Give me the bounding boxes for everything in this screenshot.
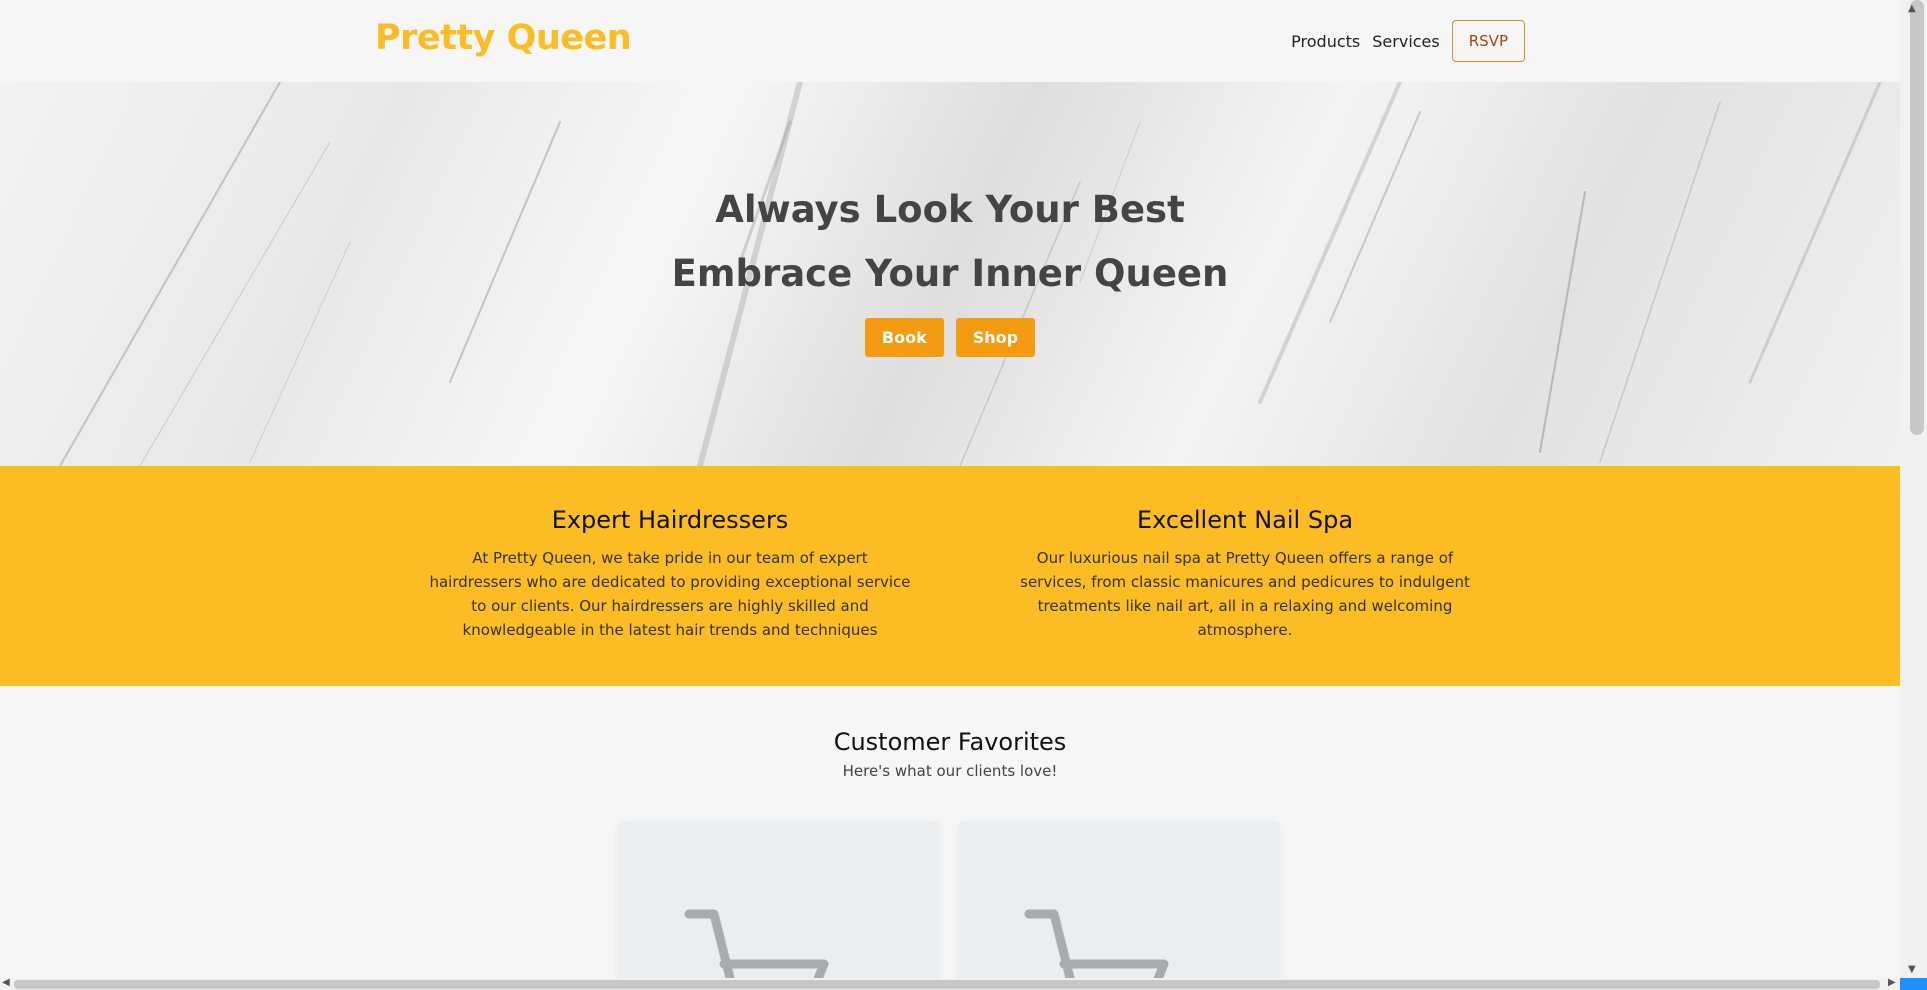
horizontal-scroll-thumb[interactable] xyxy=(14,980,1880,989)
favorites-title: Customer Favorites xyxy=(833,728,1067,756)
vertical-scroll-thumb[interactable] xyxy=(1910,0,1924,435)
product-card[interactable] xyxy=(619,822,939,990)
scrollbar-corner xyxy=(1900,978,1927,990)
scroll-up-arrow-icon[interactable]: ▲ xyxy=(1908,3,1916,14)
main-nav: Products Services RSVP xyxy=(1291,20,1525,62)
hero-headline-2: Embrace Your Inner Queen xyxy=(671,252,1229,295)
product-card[interactable] xyxy=(959,822,1279,990)
rsvp-button[interactable]: RSVP xyxy=(1451,20,1525,62)
hero-section: Always Look Your Best Embrace Your Inner… xyxy=(0,82,1900,466)
shopping-cart-icon xyxy=(1024,909,1169,990)
nav-products-link[interactable]: Products xyxy=(1291,32,1360,51)
site-logo[interactable]: Pretty Queen xyxy=(375,18,632,58)
feature-text: At Pretty Queen, we take pride in our te… xyxy=(429,549,911,639)
feature-text: Our luxurious nail spa at Pretty Queen o… xyxy=(1020,549,1470,639)
feature-title: Expert Hairdressers xyxy=(551,506,789,534)
scroll-left-arrow-icon[interactable]: ◀ xyxy=(2,977,10,988)
features-section: Expert Hairdressers At Pretty Queen, we … xyxy=(0,466,1900,686)
hero-actions: Book Shop xyxy=(0,318,1900,357)
site-header: Pretty Queen Products Services RSVP xyxy=(0,0,1900,82)
shop-button[interactable]: Shop xyxy=(955,318,1036,357)
feature-hairdressers: Expert Hairdressers At Pretty Queen, we … xyxy=(428,506,912,642)
feature-title: Excellent Nail Spa xyxy=(1136,506,1354,534)
book-button[interactable]: Book xyxy=(864,318,944,357)
hero-headline-1: Always Look Your Best xyxy=(715,188,1185,231)
scroll-right-arrow-icon[interactable]: ▶ xyxy=(1888,977,1896,988)
scroll-down-arrow-icon[interactable]: ▼ xyxy=(1908,964,1916,975)
favorites-subtitle: Here's what our clients love! xyxy=(842,762,1058,780)
shopping-cart-icon xyxy=(684,909,829,990)
feature-nail-spa: Excellent Nail Spa Our luxurious nail sp… xyxy=(1014,506,1476,642)
nav-services-link[interactable]: Services xyxy=(1372,32,1439,51)
